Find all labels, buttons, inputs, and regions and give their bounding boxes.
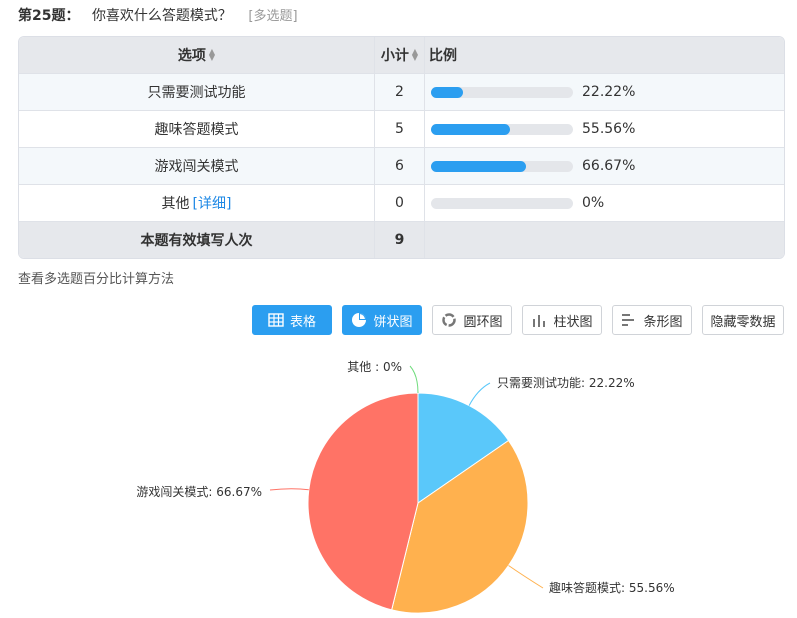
pie-label: 其他 : 0% — [347, 360, 402, 374]
pie-chart: 只需要测试功能: 22.22% 趣味答题模式: 55.56% 游戏闯关模式: 66.… — [136, 360, 675, 614]
pie-leader-line — [468, 382, 491, 406]
pie-leader-line — [508, 565, 544, 589]
pie-leader-line — [269, 488, 309, 491]
pie-label: 游戏闯关模式: 66.67% — [136, 484, 262, 499]
pie-label: 趣味答题模式: 55.56% — [549, 580, 675, 595]
pie-label: 只需要测试功能: 22.22% — [497, 375, 635, 390]
pie-leader-line — [409, 365, 419, 394]
